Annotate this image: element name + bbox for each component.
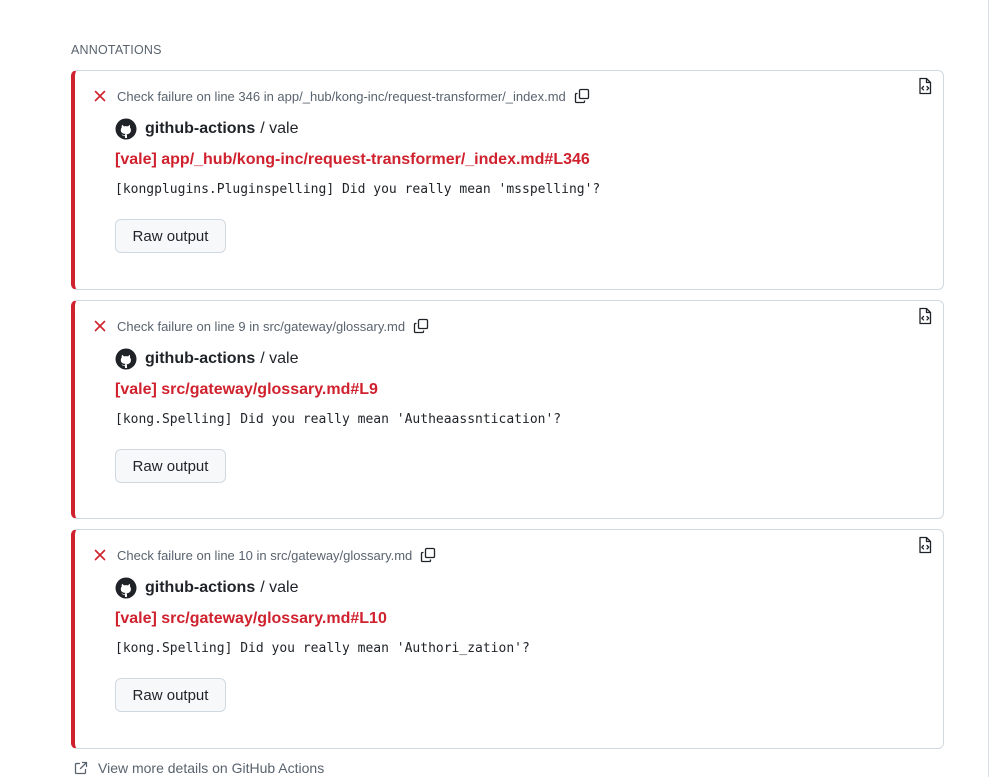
author-name[interactable]: github-actions: [145, 120, 255, 138]
panel-divider: [988, 0, 989, 777]
annotation-title: [vale] src/gateway/glossary.md#L9: [115, 381, 378, 398]
author-name[interactable]: github-actions: [145, 579, 255, 597]
section-title: ANNOTATIONS: [71, 43, 162, 57]
annotation-header: Check failure on line 9 in src/gateway/g…: [92, 318, 429, 334]
author-suffix: / vale: [260, 350, 299, 367]
view-more-details-label: View more details on GitHub Actions: [98, 760, 325, 776]
author-name[interactable]: github-actions: [145, 350, 255, 368]
raw-output-button[interactable]: Raw output: [115, 449, 226, 483]
github-logo-icon: [115, 118, 137, 140]
author-row: github-actions / vale: [115, 348, 298, 370]
annotation-message: [kongplugins.Pluginspelling] Did you rea…: [115, 182, 601, 197]
x-icon: [94, 320, 106, 332]
raw-output-button[interactable]: Raw output: [115, 219, 226, 253]
github-logo-icon: [115, 348, 137, 370]
annotation-message: [kong.Spelling] Did you really mean 'Aut…: [115, 641, 530, 656]
annotation-title: [vale] src/gateway/glossary.md#L10: [115, 610, 387, 627]
author-row: github-actions / vale: [115, 118, 298, 140]
annotation-title: [vale] app/_hub/kong-inc/request-transfo…: [115, 151, 590, 168]
link-external-icon: [74, 761, 88, 775]
file-code-icon[interactable]: [916, 536, 934, 554]
annotation-header: Check failure on line 10 in src/gateway/…: [92, 547, 436, 563]
annotation-header-text: Check failure on line 10 in src/gateway/…: [117, 547, 413, 563]
annotation-header: Check failure on line 346 in app/_hub/ko…: [92, 88, 590, 104]
file-code-icon[interactable]: [916, 77, 934, 95]
copy-icon[interactable]: [574, 88, 590, 104]
author-suffix: / vale: [260, 579, 299, 596]
annotation-card: Check failure on line 10 in src/gateway/…: [71, 529, 944, 749]
annotation-card: Check failure on line 9 in src/gateway/g…: [71, 300, 944, 519]
annotation-card: Check failure on line 346 in app/_hub/ko…: [71, 70, 944, 290]
annotations-page: ANNOTATIONS Check failure on line 346 in…: [0, 0, 990, 777]
x-icon: [94, 90, 106, 102]
github-logo-icon: [115, 577, 137, 599]
annotation-header-text: Check failure on line 9 in src/gateway/g…: [117, 318, 406, 334]
annotation-message: [kong.Spelling] Did you really mean 'Aut…: [115, 412, 562, 427]
raw-output-button[interactable]: Raw output: [115, 678, 226, 712]
copy-icon[interactable]: [420, 547, 436, 563]
copy-icon[interactable]: [413, 318, 429, 334]
view-more-details-link[interactable]: View more details on GitHub Actions: [73, 760, 324, 776]
x-icon: [94, 549, 106, 561]
annotation-header-text: Check failure on line 346 in app/_hub/ko…: [117, 88, 566, 104]
author-suffix: / vale: [260, 120, 299, 137]
file-code-icon[interactable]: [916, 307, 934, 325]
author-row: github-actions / vale: [115, 577, 298, 599]
